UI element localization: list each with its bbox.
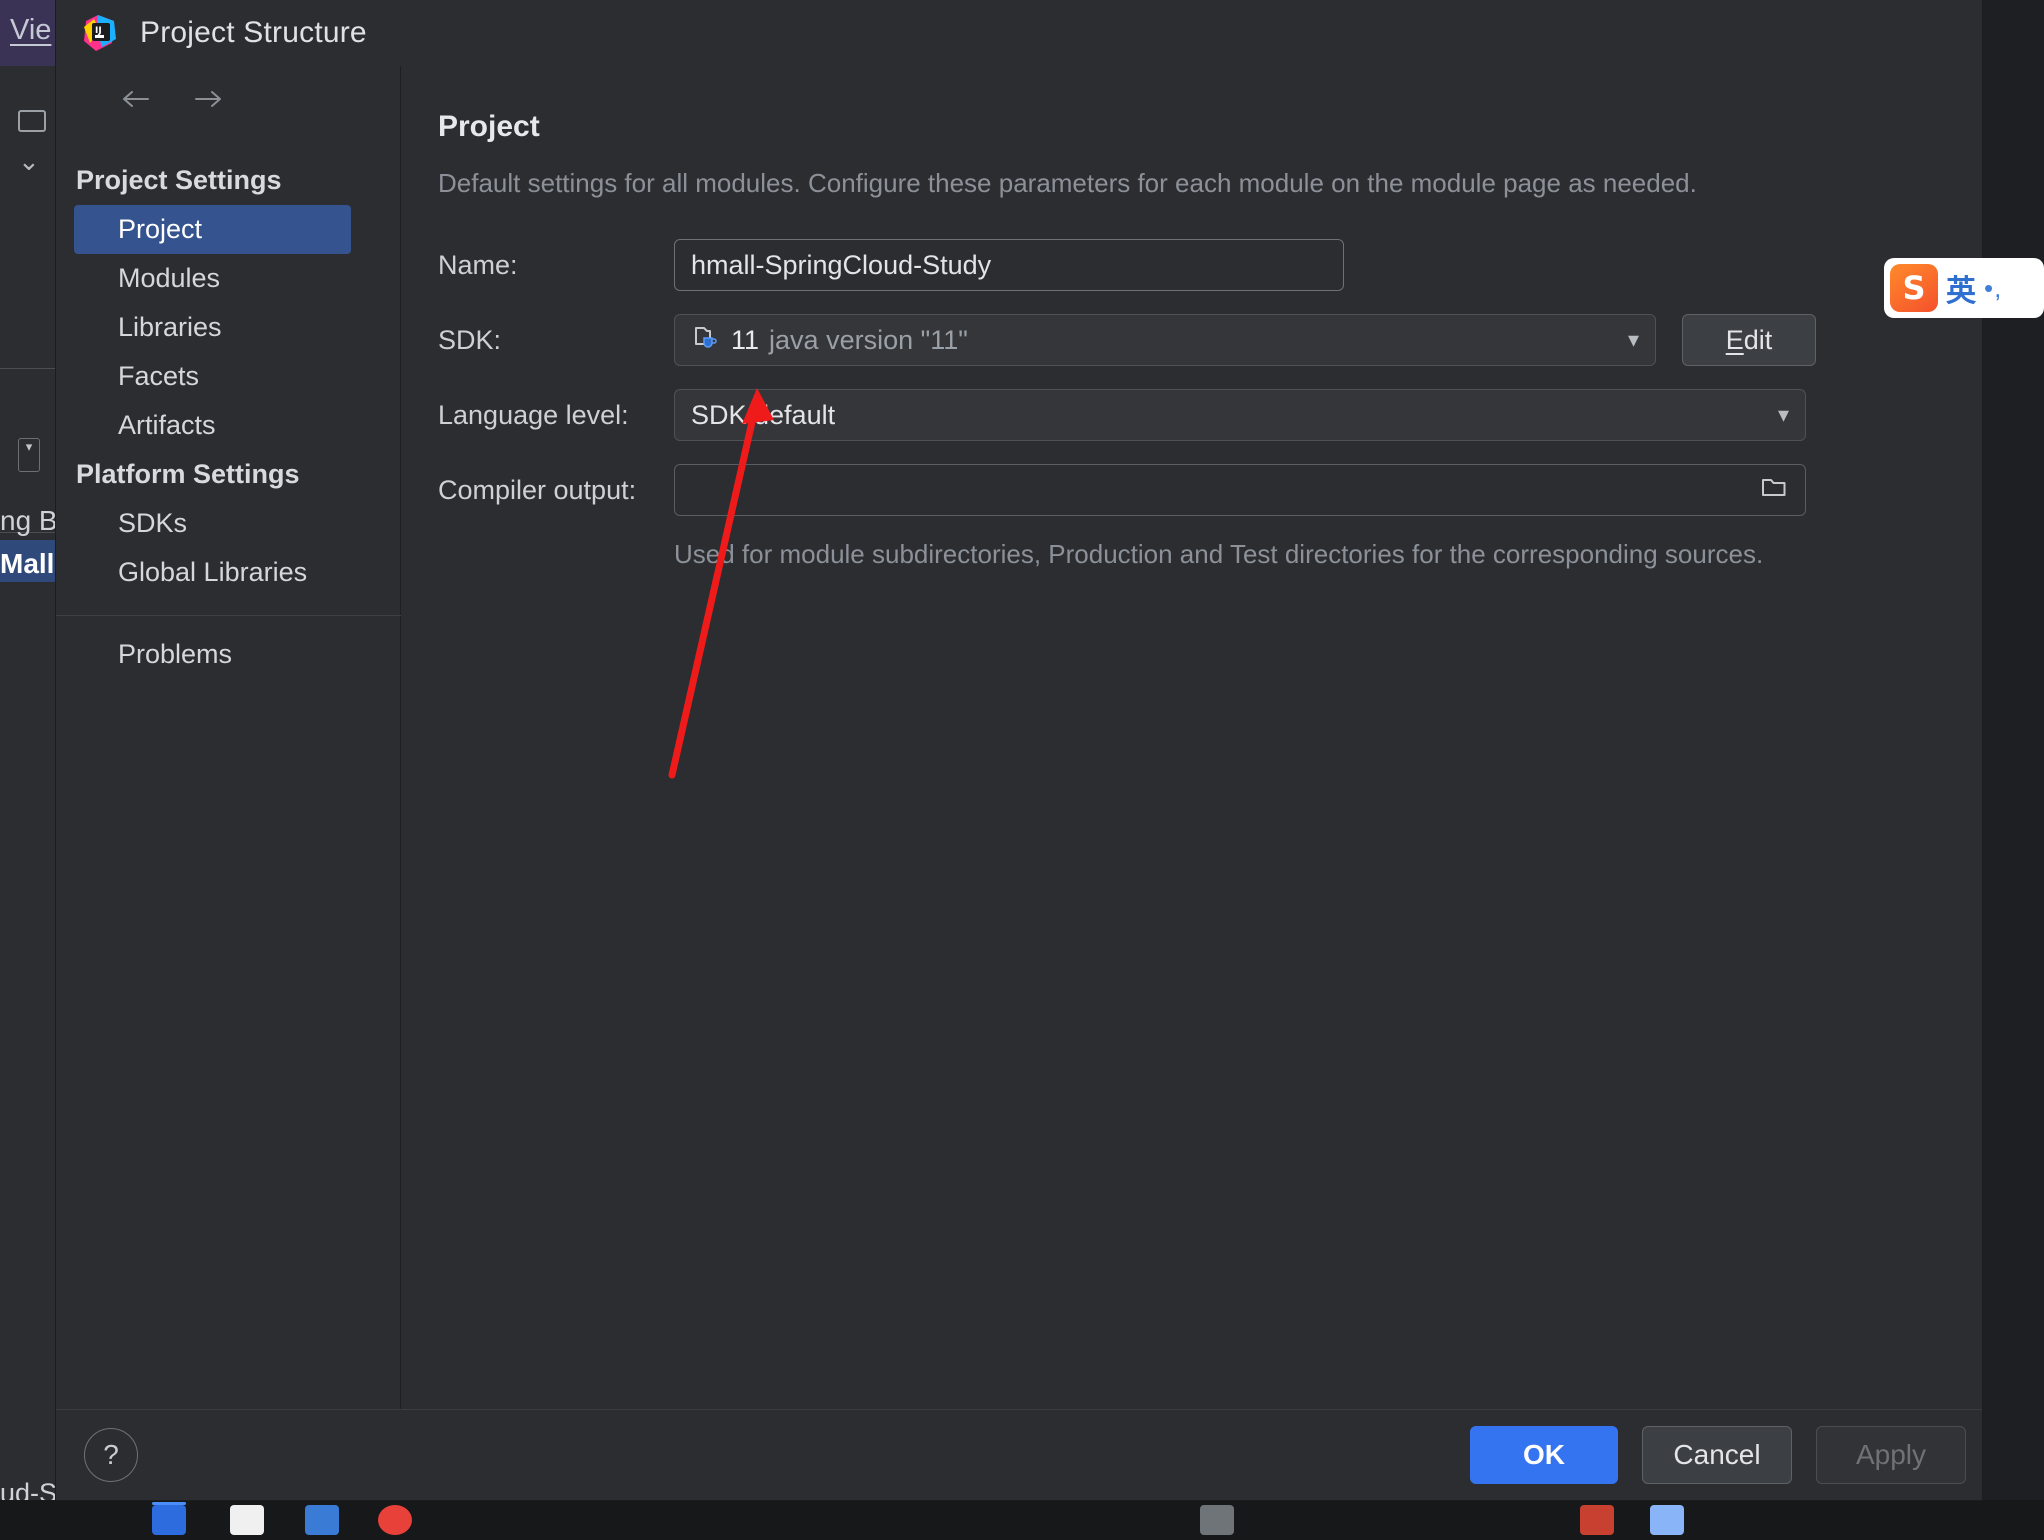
chevron-down-icon[interactable]: ▾ bbox=[1778, 404, 1789, 426]
sidebar-item-problems[interactable]: Problems bbox=[56, 630, 401, 679]
background-tree-item-selected[interactable]: Mall bbox=[0, 548, 54, 580]
page-title: Project bbox=[438, 110, 1982, 144]
content-pane: Project Default settings for all modules… bbox=[402, 66, 1982, 1409]
ime-language-indicator[interactable]: 英 bbox=[1946, 266, 1976, 310]
sidebar-group-platform-settings: Platform Settings bbox=[56, 450, 401, 499]
taskbar-indicator bbox=[152, 1502, 186, 1505]
ime-punctuation-toggle[interactable]: •, bbox=[1984, 273, 2002, 304]
sogou-ime-widget[interactable]: S 英 •, bbox=[1884, 258, 2044, 318]
svg-text:IJ: IJ bbox=[95, 26, 102, 36]
taskbar-item[interactable] bbox=[1580, 1505, 1614, 1535]
folder-icon[interactable] bbox=[1759, 474, 1789, 507]
compiler-output-label: Compiler output: bbox=[438, 475, 674, 506]
sidebar: Project Settings Project Modules Librari… bbox=[56, 66, 401, 1409]
dialog-footer: ? OK Cancel Apply bbox=[56, 1409, 1982, 1500]
background-divider bbox=[0, 368, 56, 369]
sidebar-item-modules[interactable]: Modules bbox=[56, 254, 401, 303]
sidebar-item-artifacts[interactable]: Artifacts bbox=[56, 401, 401, 450]
name-label: Name: bbox=[438, 250, 674, 281]
sidebar-group-project-settings: Project Settings bbox=[56, 156, 401, 205]
edit-sdk-button[interactable]: Edit bbox=[1682, 314, 1816, 366]
taskbar-item[interactable] bbox=[230, 1505, 264, 1535]
sdk-version: 11 bbox=[731, 325, 759, 356]
edit-button-label: E bbox=[1726, 325, 1744, 356]
chevron-down-icon[interactable]: ▾ bbox=[1628, 329, 1639, 351]
taskbar-item[interactable] bbox=[152, 1505, 186, 1535]
taskbar-item[interactable] bbox=[305, 1505, 339, 1535]
sdk-label: SDK: bbox=[438, 325, 674, 356]
page-description: Default settings for all modules. Config… bbox=[438, 168, 1982, 199]
compiler-output-input[interactable] bbox=[674, 464, 1806, 516]
arrow-right-icon[interactable] bbox=[190, 84, 226, 114]
project-form: Name: hmall-SpringCloud-Study SDK: bbox=[438, 239, 1982, 570]
sidebar-item-libraries[interactable]: Libraries bbox=[56, 303, 401, 352]
arrow-left-icon[interactable] bbox=[118, 84, 154, 114]
java-sdk-icon bbox=[691, 322, 721, 359]
sidebar-item-facets[interactable]: Facets bbox=[56, 352, 401, 401]
sdk-row: SDK: 11 bbox=[438, 314, 1982, 366]
background-ide-strip bbox=[0, 0, 56, 1500]
screen: Vie ⌄ ▾ ng Bo Mall ud-S IJ Project bbox=[0, 0, 2044, 1540]
sogou-logo-icon: S bbox=[1890, 264, 1938, 312]
project-name-input[interactable]: hmall-SpringCloud-Study bbox=[674, 239, 1344, 291]
dialog-titlebar: IJ Project Structure bbox=[56, 0, 1982, 66]
navigation-buttons bbox=[118, 84, 226, 114]
taskbar-item[interactable] bbox=[378, 1505, 412, 1535]
project-structure-dialog: IJ Project Structure bbox=[56, 0, 1982, 1500]
dialog-title: Project Structure bbox=[140, 16, 367, 50]
name-row: Name: hmall-SpringCloud-Study bbox=[438, 239, 1982, 291]
intellij-idea-logo-icon: IJ bbox=[80, 13, 120, 53]
help-button[interactable]: ? bbox=[84, 1428, 138, 1482]
sidebar-item-project[interactable]: Project bbox=[74, 205, 351, 254]
language-level-label: Language level: bbox=[438, 400, 674, 431]
compiler-output-row: Compiler output: bbox=[438, 464, 1982, 516]
footer-buttons: OK Cancel Apply bbox=[1470, 1426, 1966, 1484]
sdk-description: java version "11" bbox=[769, 325, 968, 356]
background-stepper[interactable]: ▾ bbox=[18, 438, 40, 472]
sidebar-item-sdks[interactable]: SDKs bbox=[56, 499, 401, 548]
language-level-row: Language level: SDK default ▾ bbox=[438, 389, 1982, 441]
edit-button-label-rest: dit bbox=[1744, 325, 1773, 356]
sdk-dropdown[interactable]: 11 java version "11" ▾ bbox=[674, 314, 1656, 366]
taskbar-item[interactable] bbox=[1200, 1505, 1234, 1535]
sidebar-nav-list: Project Settings Project Modules Librari… bbox=[56, 156, 401, 679]
background-chevron-down-icon[interactable]: ⌄ bbox=[18, 148, 40, 174]
language-level-value: SDK default bbox=[691, 400, 835, 431]
taskbar-item[interactable] bbox=[1650, 1505, 1684, 1535]
ok-button[interactable]: OK bbox=[1470, 1426, 1618, 1484]
dialog-body: Project Settings Project Modules Librari… bbox=[56, 66, 1982, 1409]
cancel-button[interactable]: Cancel bbox=[1642, 1426, 1792, 1484]
language-level-dropdown[interactable]: SDK default ▾ bbox=[674, 389, 1806, 441]
sidebar-item-global-libraries[interactable]: Global Libraries bbox=[56, 548, 401, 597]
menu-item-view[interactable]: Vie bbox=[10, 14, 51, 47]
compiler-output-hint: Used for module subdirectories, Producti… bbox=[674, 539, 1982, 570]
background-toolwindow-icon[interactable] bbox=[18, 110, 46, 132]
sidebar-divider bbox=[56, 615, 401, 616]
apply-button[interactable]: Apply bbox=[1816, 1426, 1966, 1484]
